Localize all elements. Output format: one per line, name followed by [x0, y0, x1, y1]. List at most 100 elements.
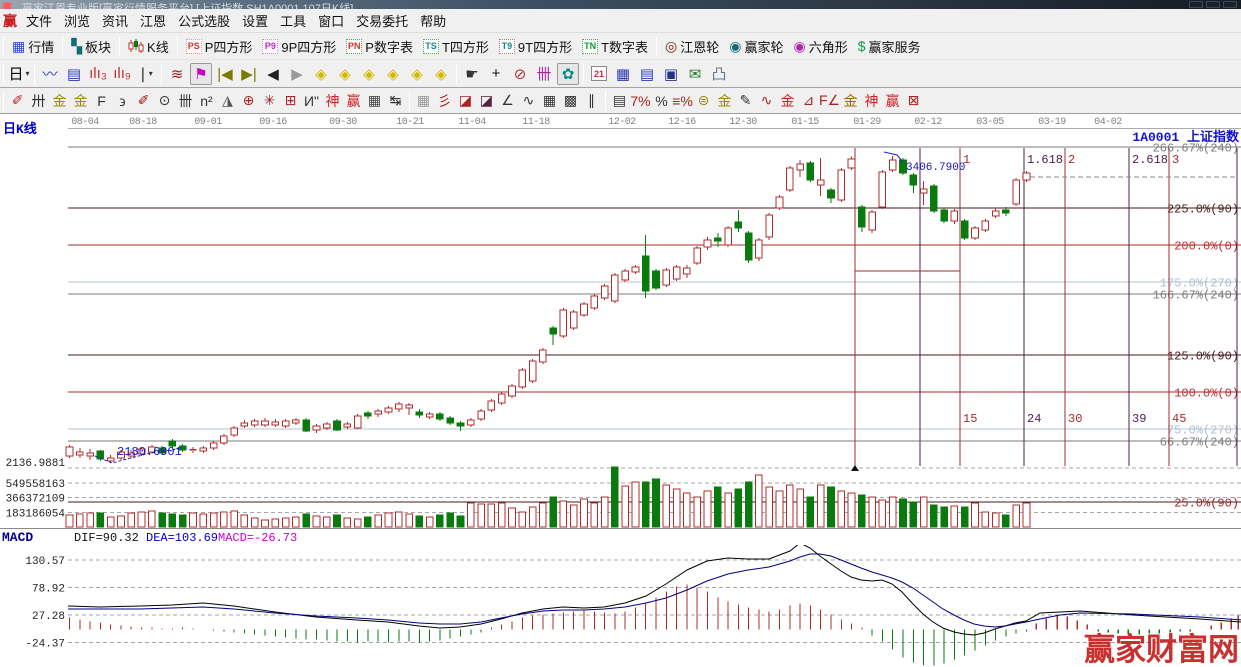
- toolbar-button-sectors[interactable]: ▚板块: [66, 35, 116, 58]
- toolbar-button-9p-square[interactable]: P99P四方形: [257, 35, 341, 58]
- menu-item-1[interactable]: 浏览: [58, 9, 96, 32]
- draw-button-shen-angle[interactable]: 神: [861, 90, 882, 112]
- draw-button-pen-k[interactable]: ✎: [735, 90, 756, 112]
- maximize-button[interactable]: [1206, 1, 1220, 8]
- window-buttons[interactable]: [1189, 1, 1237, 8]
- draw-button-grid-123[interactable]: ▦: [364, 90, 385, 112]
- tool-button-diamond-expand[interactable]: ◈: [358, 63, 380, 85]
- menu-item-0[interactable]: 文件: [20, 9, 58, 32]
- tool-button-go-first[interactable]: |◀: [214, 63, 236, 85]
- draw-button-angle-lines[interactable]: ∠: [497, 90, 518, 112]
- draw-button-shen[interactable]: 神: [322, 90, 343, 112]
- draw-button-pct-lines[interactable]: ≡%: [672, 90, 693, 112]
- draw-button-gold-box[interactable]: 金: [70, 90, 91, 112]
- menu-item-8[interactable]: 交易委托: [350, 9, 414, 32]
- tool-button-diamond-left[interactable]: ◈: [310, 63, 332, 85]
- tool-button-document[interactable]: ▤: [63, 63, 85, 85]
- tool-button-go-last[interactable]: ▶|: [238, 63, 260, 85]
- toolbar-button-t-number[interactable]: TNT数字表: [577, 35, 653, 58]
- tool-button-diamond-grid[interactable]: ◈: [430, 63, 452, 85]
- minimize-button[interactable]: [1189, 1, 1203, 8]
- tool-button-calendar-21[interactable]: 21: [588, 63, 610, 85]
- draw-button-gold-angle[interactable]: 金: [840, 90, 861, 112]
- tool-button-candle-style[interactable]: ∣▾: [135, 63, 157, 85]
- tool-button-red-sketch[interactable]: ≋: [166, 63, 188, 85]
- draw-button-list-123[interactable]: ▤: [609, 90, 630, 112]
- tool-button-hand[interactable]: ☛: [461, 63, 483, 85]
- draw-button-wave-red[interactable]: ∿: [756, 90, 777, 112]
- draw-button-fan-box[interactable]: ◪: [455, 90, 476, 112]
- draw-button-arrows-h[interactable]: ↹: [385, 90, 406, 112]
- tool-button-save[interactable]: ▣: [660, 63, 682, 85]
- draw-button-brush-red[interactable]: ✐: [133, 90, 154, 112]
- menu-item-7[interactable]: 窗口: [312, 9, 350, 32]
- tool-button-go-next[interactable]: ▶: [286, 63, 308, 85]
- draw-button-i-quote[interactable]: И": [301, 90, 322, 112]
- menu-item-4[interactable]: 公式选股: [172, 9, 236, 32]
- draw-button-pct-7[interactable]: 7%: [630, 90, 651, 112]
- tool-button-notepad[interactable]: ▤: [636, 63, 658, 85]
- menu-item-6[interactable]: 工具: [274, 9, 312, 32]
- close-button[interactable]: [1223, 1, 1237, 8]
- toolbar-button-winner-wheel[interactable]: ◉赢家轮: [724, 35, 788, 58]
- menu-item-2[interactable]: 资讯: [96, 9, 134, 32]
- draw-button-star-web[interactable]: ✳: [259, 90, 280, 112]
- menu-item-3[interactable]: 江恩: [134, 9, 172, 32]
- toolbar-button-t-square[interactable]: TST四方形: [418, 35, 494, 58]
- draw-button-hatch-2[interactable]: 卌: [175, 90, 196, 112]
- toolbar-button-p-square[interactable]: PSP四方形: [181, 35, 258, 58]
- tool-button-mail[interactable]: ✉: [684, 63, 706, 85]
- tool-button-diamond-compress[interactable]: ◈: [382, 63, 404, 85]
- draw-button-gold-circle[interactable]: ⊜: [693, 90, 714, 112]
- draw-button-f-lines[interactable]: F: [91, 90, 112, 112]
- tool-button-knot[interactable]: ✿: [557, 63, 579, 85]
- draw-button-gold-bar[interactable]: 金: [714, 90, 735, 112]
- toolbar-button-winner-service[interactable]: $赢家服务: [853, 35, 926, 58]
- draw-button-zigzag[interactable]: ∿: [518, 90, 539, 112]
- toolbar-button-hexagon[interactable]: ◉六角形: [789, 35, 853, 58]
- draw-button-grid-b[interactable]: ▩: [560, 90, 581, 112]
- toolbar-button-quotes[interactable]: ▦行情: [7, 35, 59, 58]
- tool-button-gann-tool[interactable]: 卌: [533, 63, 555, 85]
- p-number-label: P数字表: [365, 37, 413, 56]
- draw-button-ying-line[interactable]: 赢: [882, 90, 903, 112]
- draw-button-pen-red[interactable]: ✐: [7, 90, 28, 112]
- tool-button-period-day[interactable]: 日▾: [8, 63, 30, 85]
- tool-button-go-prev[interactable]: ◀: [262, 63, 284, 85]
- draw-button-angle-tri[interactable]: ◮: [217, 90, 238, 112]
- menu-item-9[interactable]: 帮助: [414, 9, 452, 32]
- draw-button-curl-9[interactable]: ϶: [112, 90, 133, 112]
- menu-item-5[interactable]: 设置: [236, 9, 274, 32]
- draw-button-compass[interactable]: ⊕: [238, 90, 259, 112]
- toolbar-button-kline[interactable]: K线: [123, 35, 174, 58]
- tool-button-calculator[interactable]: ▦: [612, 63, 634, 85]
- draw-button-fan-lines[interactable]: 彡: [434, 90, 455, 112]
- draw-button-fan-dark[interactable]: ◪: [476, 90, 497, 112]
- tool-button-flag-tool[interactable]: ⚑: [190, 63, 212, 85]
- draw-button-n-squared[interactable]: n²: [196, 90, 217, 112]
- tool-button-measure[interactable]: ⊘: [509, 63, 531, 85]
- draw-button-gold-red[interactable]: 金: [777, 90, 798, 112]
- tool-button-bars-3[interactable]: ılı₃: [87, 63, 109, 85]
- draw-button-grid-box[interactable]: ⊞: [280, 90, 301, 112]
- tool-button-diamond-right[interactable]: ◈: [334, 63, 356, 85]
- tool-button-print[interactable]: 凸: [708, 63, 730, 85]
- draw-button-pct[interactable]: %: [651, 90, 672, 112]
- tool-button-sketch[interactable]: 〰: [39, 63, 61, 85]
- draw-button-box-x[interactable]: ⊠: [903, 90, 924, 112]
- draw-button-gold-section[interactable]: 金: [49, 90, 70, 112]
- draw-button-slashes[interactable]: ∥: [581, 90, 602, 112]
- toolbar-button-9t-square[interactable]: T99T四方形: [494, 35, 577, 58]
- toolbar-button-gann-wheel[interactable]: ◎江恩轮: [660, 35, 724, 58]
- draw-button-j-angle[interactable]: ⊿: [798, 90, 819, 112]
- tool-button-diamond-star[interactable]: ◈: [406, 63, 428, 85]
- draw-button-f-angle[interactable]: F∠: [819, 90, 840, 112]
- toolbar-button-p-number[interactable]: PNP数字表: [341, 35, 418, 58]
- draw-button-ying[interactable]: 赢: [343, 90, 364, 112]
- tool-button-bars-9[interactable]: ılı₉: [111, 63, 133, 85]
- tool-button-crosshair[interactable]: +: [485, 63, 507, 85]
- draw-button-grid-a[interactable]: ▦: [539, 90, 560, 112]
- draw-button-gray-grid[interactable]: ▦: [413, 90, 434, 112]
- draw-button-hatch-lines[interactable]: 卅: [28, 90, 49, 112]
- draw-button-circle-6[interactable]: ⊙: [154, 90, 175, 112]
